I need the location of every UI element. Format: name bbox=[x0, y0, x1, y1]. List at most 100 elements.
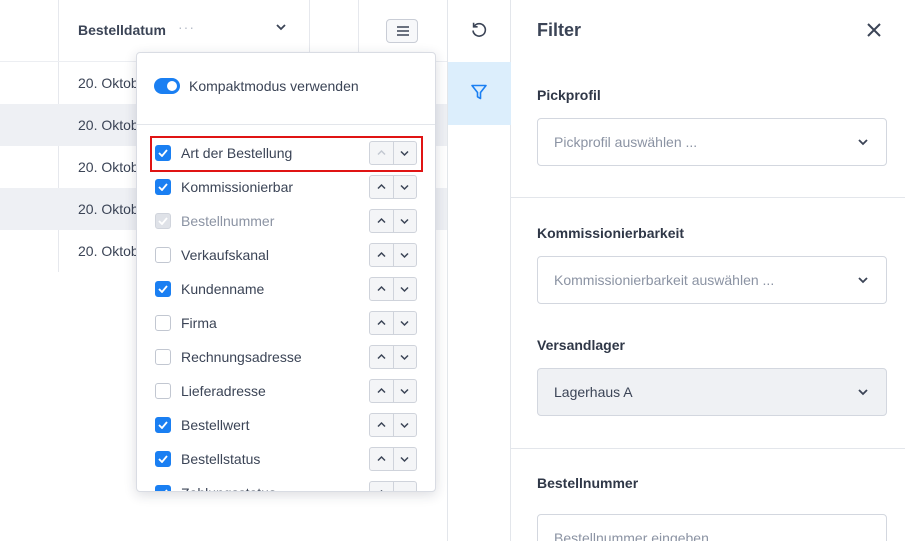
check-icon bbox=[158, 455, 168, 463]
reorder-controls[interactable] bbox=[369, 413, 417, 437]
check-icon bbox=[158, 183, 168, 191]
column-checkbox[interactable] bbox=[155, 349, 171, 365]
chevron-down-icon[interactable] bbox=[400, 456, 409, 463]
column-option[interactable]: Bestellwert bbox=[137, 408, 435, 442]
column-option[interactable]: Verkaufskanal bbox=[137, 238, 435, 272]
column-checkbox[interactable] bbox=[155, 383, 171, 399]
cell-date: 20. Oktob bbox=[78, 201, 139, 217]
versandlager-select[interactable]: Lagerhaus A bbox=[537, 368, 887, 416]
column-checkbox[interactable] bbox=[155, 179, 171, 195]
chevron-down-icon bbox=[858, 389, 868, 396]
column-checkbox[interactable] bbox=[155, 485, 171, 491]
chevron-up-icon[interactable] bbox=[377, 319, 386, 326]
chevron-down-icon[interactable] bbox=[400, 286, 409, 293]
filter-toggle-button[interactable] bbox=[448, 62, 511, 125]
cell-date: 20. Oktob bbox=[78, 243, 139, 259]
chevron-up-icon[interactable] bbox=[377, 183, 386, 190]
bestellnummer-placeholder: Bestellnummer eingeben ... bbox=[554, 530, 725, 541]
chevron-down-icon[interactable] bbox=[400, 184, 409, 191]
column-checkbox bbox=[155, 213, 171, 229]
check-icon bbox=[158, 285, 168, 293]
compact-mode-toggle[interactable] bbox=[154, 78, 180, 94]
check-icon bbox=[158, 421, 168, 429]
chevron-down-icon[interactable] bbox=[400, 218, 409, 225]
pickprofil-select[interactable]: Pickprofil auswählen ... bbox=[537, 118, 887, 166]
column-settings-button[interactable] bbox=[386, 19, 418, 43]
column-option-label: Firma bbox=[181, 315, 217, 331]
chevron-down-icon[interactable] bbox=[400, 252, 409, 259]
column-option[interactable]: Zahlungsstatus bbox=[137, 476, 435, 492]
chevron-down-icon[interactable] bbox=[400, 388, 409, 395]
reorder-controls[interactable] bbox=[369, 447, 417, 471]
reorder-controls[interactable] bbox=[369, 277, 417, 301]
chevron-up-icon[interactable] bbox=[377, 455, 386, 462]
chevron-up-icon[interactable] bbox=[377, 489, 386, 492]
column-option[interactable]: Firma bbox=[137, 306, 435, 340]
chevron-up-icon[interactable] bbox=[377, 285, 386, 292]
column-option-label: Zahlungsstatus bbox=[181, 485, 276, 491]
column-option-label: Bestellwert bbox=[181, 417, 250, 433]
side-toolbar bbox=[447, 0, 511, 541]
chevron-down-icon[interactable] bbox=[400, 354, 409, 361]
column-header-label: Bestelldatum bbox=[78, 22, 166, 38]
column-option[interactable]: Bestellstatus bbox=[137, 442, 435, 476]
column-option-label: Bestellstatus bbox=[181, 451, 261, 467]
bestellnummer-input[interactable]: Bestellnummer eingeben ... bbox=[537, 514, 887, 541]
filter-title: Filter bbox=[537, 20, 582, 40]
column-option[interactable]: Kommissionierbar bbox=[137, 170, 435, 204]
chevron-down-icon[interactable] bbox=[400, 490, 409, 492]
reorder-controls[interactable] bbox=[369, 481, 417, 492]
chevron-up-icon[interactable] bbox=[377, 251, 386, 258]
column-options-dots[interactable]: ··· bbox=[178, 19, 195, 35]
column-checkbox[interactable] bbox=[155, 315, 171, 331]
kommissionierbarkeit-placeholder: Kommissionierbarkeit auswählen ... bbox=[554, 272, 775, 288]
reorder-controls[interactable] bbox=[369, 209, 417, 233]
hamburger-icon bbox=[397, 26, 409, 36]
reorder-controls[interactable] bbox=[369, 175, 417, 199]
reorder-controls[interactable] bbox=[369, 379, 417, 403]
chevron-up-icon[interactable] bbox=[377, 387, 386, 394]
pickprofil-label: Pickprofil bbox=[537, 87, 601, 103]
versandlager-value: Lagerhaus A bbox=[554, 384, 633, 400]
column-option[interactable]: Rechnungsadresse bbox=[137, 340, 435, 374]
section-divider bbox=[511, 448, 905, 449]
chevron-down-icon[interactable] bbox=[400, 320, 409, 327]
check-icon bbox=[158, 217, 168, 225]
chevron-down-icon bbox=[858, 277, 868, 284]
reorder-controls[interactable] bbox=[369, 311, 417, 335]
highlight-box bbox=[150, 136, 423, 172]
chevron-up-icon[interactable] bbox=[377, 421, 386, 428]
cell-date: 20. Oktob bbox=[78, 75, 139, 91]
column-checkbox[interactable] bbox=[155, 247, 171, 263]
versandlager-label: Versandlager bbox=[537, 337, 625, 353]
chevron-down-icon bbox=[858, 139, 868, 146]
cell-date: 20. Oktob bbox=[78, 159, 139, 175]
bestellnummer-label: Bestellnummer bbox=[537, 475, 639, 491]
close-icon[interactable] bbox=[866, 22, 882, 38]
column-option-label: Verkaufskanal bbox=[181, 247, 269, 263]
chevron-up-icon[interactable] bbox=[377, 217, 386, 224]
check-icon bbox=[164, 489, 168, 491]
chevron-up-icon[interactable] bbox=[377, 353, 386, 360]
chevron-down-icon[interactable] bbox=[276, 22, 286, 32]
filter-icon bbox=[471, 84, 487, 100]
chevron-down-icon[interactable] bbox=[400, 422, 409, 429]
reset-icon bbox=[472, 22, 487, 37]
pickprofil-placeholder: Pickprofil auswählen ... bbox=[554, 134, 698, 150]
popup-divider bbox=[137, 124, 435, 125]
column-option-label: Kommissionierbar bbox=[181, 179, 294, 195]
column-checkbox[interactable] bbox=[155, 451, 171, 467]
kommissionierbarkeit-select[interactable]: Kommissionierbarkeit auswählen ... bbox=[537, 256, 887, 304]
column-option[interactable]: Kundenname bbox=[137, 272, 435, 306]
column-checkbox[interactable] bbox=[155, 281, 171, 297]
cell-date: 20. Oktob bbox=[78, 117, 139, 133]
column-option-label: Bestellnummer bbox=[181, 213, 275, 229]
section-divider bbox=[511, 197, 905, 198]
column-option[interactable]: Bestellnummer bbox=[137, 204, 435, 238]
column-option-label: Lieferadresse bbox=[181, 383, 266, 399]
reset-button[interactable] bbox=[448, 0, 511, 63]
reorder-controls[interactable] bbox=[369, 345, 417, 369]
reorder-controls[interactable] bbox=[369, 243, 417, 267]
column-option[interactable]: Lieferadresse bbox=[137, 374, 435, 408]
column-checkbox[interactable] bbox=[155, 417, 171, 433]
